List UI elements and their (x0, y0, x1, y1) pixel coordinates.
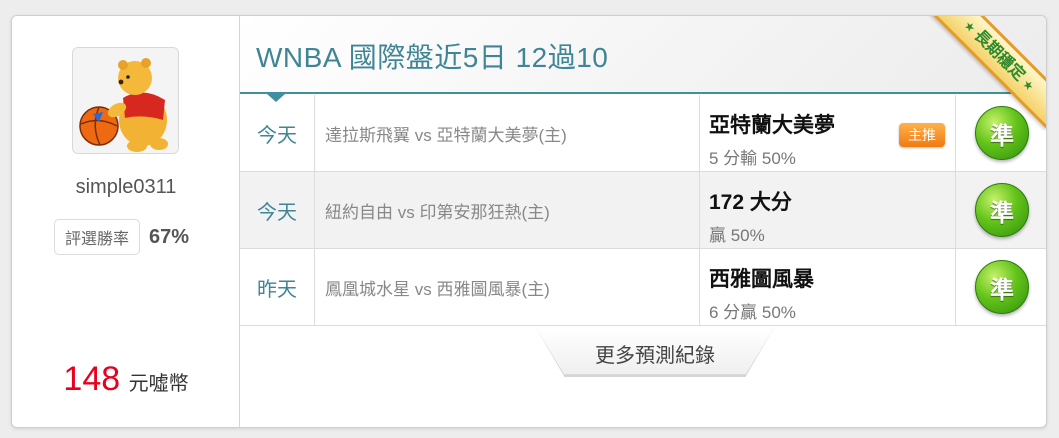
table-row[interactable]: 昨天 鳳凰城水星 vs 西雅圖風暴(主) 西雅圖風暴 6 分贏 50% 準 (240, 249, 1046, 326)
win-rate-label: 評選勝率 (54, 219, 141, 255)
ribbon-label: 長期穩定 (970, 26, 1028, 85)
pick-team: 172 大分 (709, 191, 792, 214)
row-pick: 西雅圖風暴 6 分贏 50% (700, 249, 956, 325)
coins: 148 元噓幣 (12, 360, 240, 399)
row-result: 準 (956, 249, 1046, 325)
main-pick-badge: 主推 (899, 123, 945, 147)
pick-detail: 贏 50% (709, 226, 765, 245)
correct-result-icon: 準 (975, 183, 1029, 237)
pick-detail: 5 分輸 50% (709, 149, 796, 168)
row-day: 今天 (240, 95, 315, 171)
panel-header: WNBA 國際盤近5日 12過10 ★長期穩定★ (240, 16, 1046, 129)
row-day: 昨天 (240, 249, 315, 325)
pooh-avatar-icon (73, 48, 178, 153)
prediction-list: 今天 達拉斯飛翼 vs 亞特蘭大美夢(主) 亞特蘭大美夢 5 分輸 50% 主推… (240, 95, 1046, 326)
row-match[interactable]: 鳳凰城水星 vs 西雅圖風暴(主) (315, 249, 700, 325)
row-day: 今天 (240, 172, 315, 248)
prediction-panel: WNBA 國際盤近5日 12過10 ★長期穩定★ 今天 達拉斯飛翼 vs 亞特蘭… (240, 16, 1046, 427)
page-title[interactable]: WNBA 國際盤近5日 12過10 (256, 36, 608, 76)
row-match[interactable]: 紐約自由 vs 印第安那狂熱(主) (315, 172, 700, 248)
prediction-card: simple0311 評選勝率 67% 148 元噓幣 WNBA 國際盤近5日 … (11, 15, 1047, 428)
user-panel: simple0311 評選勝率 67% 148 元噓幣 (12, 16, 240, 427)
row-match[interactable]: 達拉斯飛翼 vs 亞特蘭大美夢(主) (315, 95, 700, 171)
username[interactable]: simple0311 (12, 176, 240, 199)
win-rate: 評選勝率 67% (54, 219, 190, 255)
correct-result-icon: 準 (975, 260, 1029, 314)
table-row[interactable]: 今天 達拉斯飛翼 vs 亞特蘭大美夢(主) 亞特蘭大美夢 5 分輸 50% 主推… (240, 95, 1046, 172)
avatar[interactable] (72, 47, 179, 154)
pick-detail: 6 分贏 50% (709, 303, 796, 322)
row-result: 準 (956, 95, 1046, 171)
pick-team: 西雅圖風暴 (709, 268, 814, 291)
coins-amount: 148 (63, 360, 121, 398)
row-result: 準 (956, 172, 1046, 248)
row-pick: 172 大分 贏 50% (700, 172, 956, 248)
table-row[interactable]: 今天 紐約自由 vs 印第安那狂熱(主) 172 大分 贏 50% 準 (240, 172, 1046, 249)
row-pick: 亞特蘭大美夢 5 分輸 50% 主推 (700, 95, 956, 171)
star-icon: ★ (1019, 76, 1038, 95)
more-records-button[interactable]: 更多預測紀錄 (536, 328, 774, 375)
correct-result-icon: 準 (975, 106, 1029, 160)
coins-unit: 元噓幣 (128, 373, 189, 395)
win-rate-value: 67% (149, 225, 190, 248)
